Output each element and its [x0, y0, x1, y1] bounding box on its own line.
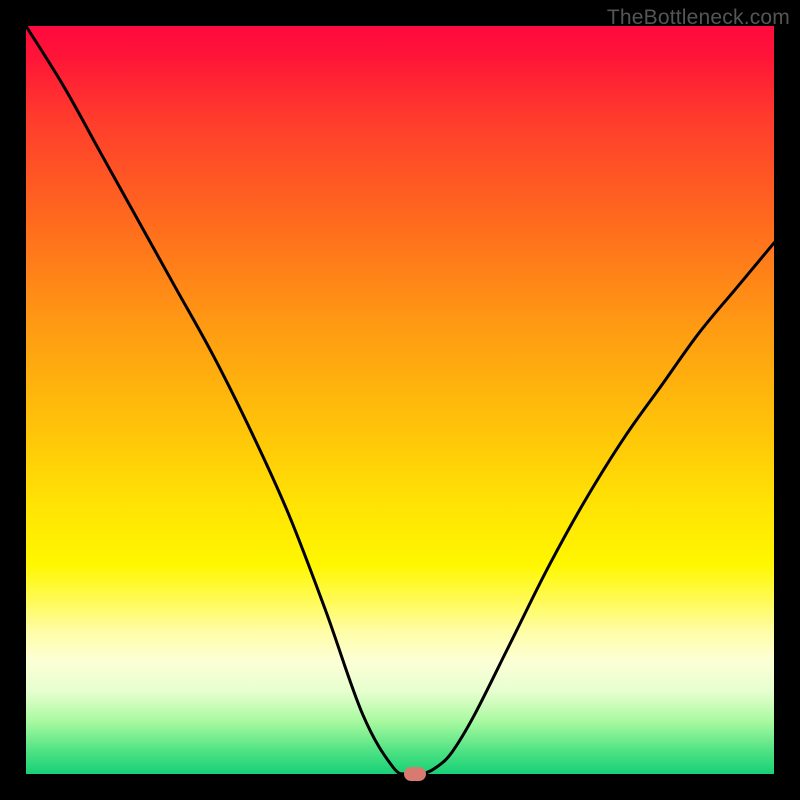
- watermark-text: TheBottleneck.com: [607, 6, 790, 30]
- chart-plot-area: [26, 26, 774, 774]
- bottleneck-curve: [26, 26, 774, 774]
- chart-frame: TheBottleneck.com: [0, 0, 800, 800]
- optimum-marker: [404, 767, 426, 781]
